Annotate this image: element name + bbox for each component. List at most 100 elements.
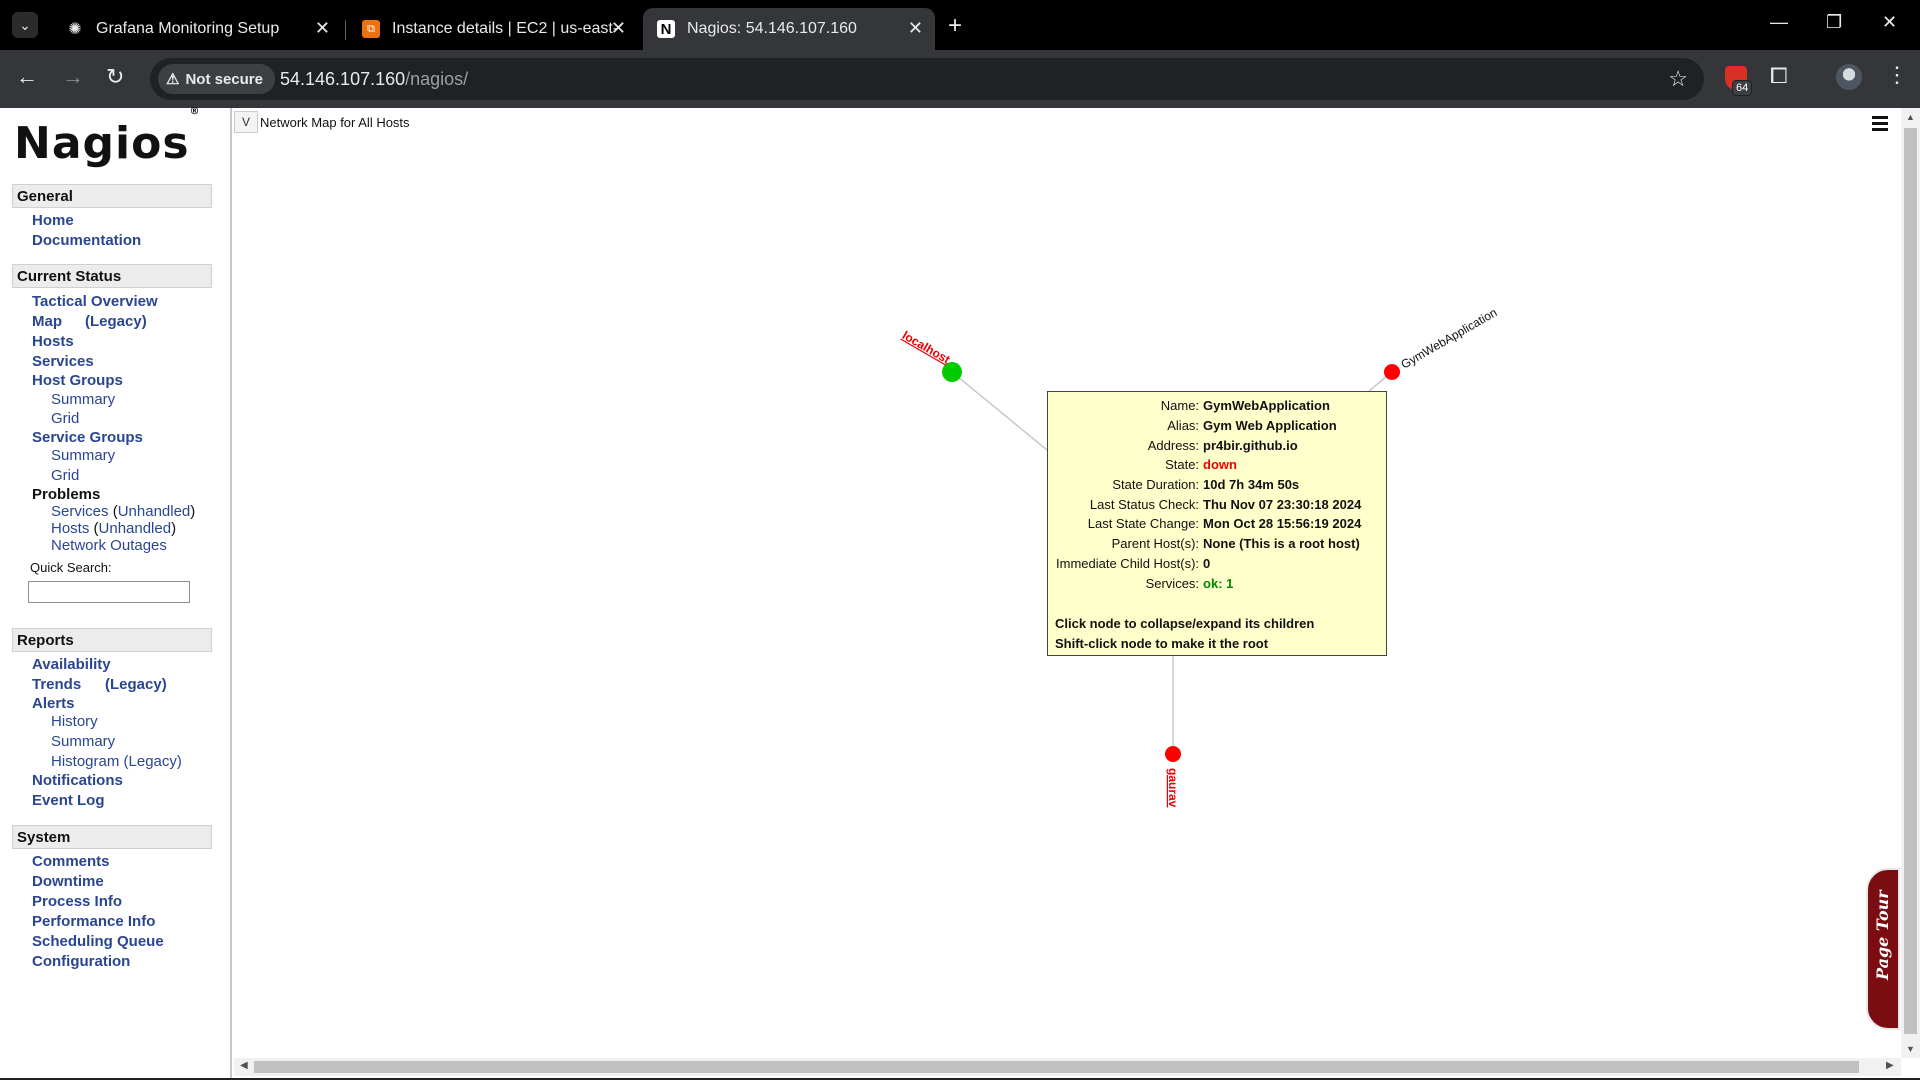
nav-alerts-history[interactable]: History: [51, 713, 98, 730]
nav-problems-services[interactable]: Services: [51, 503, 109, 520]
nav-process-info[interactable]: Process Info: [32, 893, 122, 910]
nagios-sidebar: Nagios® General Home Documentation Curre…: [0, 106, 232, 1078]
vertical-scroll-thumb[interactable]: [1904, 128, 1917, 1034]
site-info-chip[interactable]: ⚠ Not secure: [158, 64, 275, 94]
host-label-gymwebapplication[interactable]: GymWebApplication: [1399, 305, 1500, 371]
map-frame: V Network Map for All Hosts localhost Gy…: [234, 108, 1900, 1058]
nagios-icon: N: [657, 20, 675, 38]
info-key: Services:: [1145, 575, 1200, 591]
nav-map-legacy[interactable]: (Legacy): [85, 313, 147, 330]
section-reports: Reports: [12, 628, 212, 652]
section-current-status: Current Status: [12, 264, 212, 288]
nav-host-groups-summary[interactable]: Summary: [51, 391, 115, 408]
new-tab-button[interactable]: +: [948, 12, 962, 40]
reload-button[interactable]: ↻: [106, 64, 124, 90]
nav-downtime[interactable]: Downtime: [32, 873, 104, 890]
info-row-last-change: Last State Change: Mon Oct 28 15:56:19 20…: [1054, 514, 1363, 534]
nav-service-groups-summary[interactable]: Summary: [51, 447, 115, 464]
nav-host-groups[interactable]: Host Groups: [32, 372, 123, 389]
restore-icon[interactable]: ❐: [1826, 12, 1842, 33]
nav-notifications[interactable]: Notifications: [32, 772, 123, 789]
browser-toolbar: ← → ↻ ⚠ Not secure 54.146.107.160/nagios…: [0, 50, 1920, 108]
info-key: Address:: [1147, 437, 1200, 453]
quick-search-input[interactable]: [28, 581, 190, 603]
info-row-alias: Alias: Gym Web Application: [1054, 416, 1363, 436]
scroll-down-arrow-icon[interactable]: ▼: [1906, 1044, 1915, 1054]
scroll-left-arrow-icon[interactable]: ◀: [240, 1060, 248, 1071]
nav-problems-hosts[interactable]: Hosts: [51, 520, 89, 537]
host-label-gaurav[interactable]: gaurav: [1166, 768, 1180, 808]
info-row-last-check: Last Status Check: Thu Nov 07 23:30:18 20…: [1054, 494, 1363, 514]
nav-host-groups-grid[interactable]: Grid: [51, 410, 79, 427]
nav-map[interactable]: Map: [32, 313, 62, 330]
bookmark-star-icon[interactable]: ☆: [1668, 66, 1688, 92]
close-icon[interactable]: ✕: [315, 18, 330, 39]
nav-home[interactable]: Home: [32, 212, 74, 229]
registered-mark: ®: [189, 106, 201, 118]
aws-icon: ⧉: [362, 20, 380, 38]
info-row-address: Address: pr4bir.github.io: [1054, 435, 1363, 455]
tab-separator: [345, 20, 346, 40]
nav-problems-hosts-unhandled[interactable]: Unhandled: [99, 520, 172, 537]
nav-service-groups-grid[interactable]: Grid: [51, 467, 79, 484]
info-value: Mon Oct 28 15:56:19 2024: [1203, 516, 1362, 532]
nav-event-log[interactable]: Event Log: [32, 792, 105, 809]
close-window-icon[interactable]: ✕: [1882, 12, 1897, 33]
nav-alerts-histogram[interactable]: Histogram (Legacy): [51, 753, 182, 770]
forward-button[interactable]: →: [62, 64, 84, 90]
host-info-popup: Name: GymWebApplication Alias: Gym Web App…: [1047, 391, 1387, 656]
tab-search-button[interactable]: ⌄: [12, 12, 38, 38]
info-key: Last Status Check:: [1089, 496, 1200, 512]
info-value: Gym Web Application: [1203, 418, 1337, 434]
profile-avatar[interactable]: [1836, 64, 1862, 90]
nav-trends[interactable]: Trends: [32, 676, 81, 693]
address-bar[interactable]: ⚠ Not secure 54.146.107.160/nagios/ ☆: [150, 58, 1704, 100]
nav-problems-hosts-row: Hosts (Unhandled): [51, 520, 177, 537]
nav-tactical-overview[interactable]: Tactical Overview: [32, 293, 158, 310]
horizontal-scroll-thumb[interactable]: [254, 1061, 1859, 1073]
nav-comments[interactable]: Comments: [32, 853, 110, 870]
nav-alerts-summary[interactable]: Summary: [51, 733, 115, 750]
popup-hint-collapse: Click node to collapse/expand its childr…: [1055, 616, 1315, 631]
scroll-right-arrow-icon[interactable]: ▶: [1886, 1060, 1894, 1071]
nav-service-groups[interactable]: Service Groups: [32, 429, 143, 446]
nav-problems-services-unhandled[interactable]: Unhandled: [118, 503, 191, 520]
scroll-up-arrow-icon[interactable]: ▲: [1906, 112, 1915, 122]
nav-network-outages[interactable]: Network Outages: [51, 537, 167, 554]
close-icon[interactable]: ✕: [908, 18, 923, 39]
back-button[interactable]: ←: [16, 64, 38, 90]
tab-nagios[interactable]: N Nagios: 54.146.107.160 ✕: [643, 8, 935, 50]
nav-alerts[interactable]: Alerts: [32, 695, 75, 712]
vertical-scrollbar[interactable]: ▲ ▼: [1901, 108, 1920, 1058]
host-node-gymwebapplication[interactable]: [1384, 364, 1400, 380]
info-value-state: down: [1203, 457, 1237, 473]
url-path: /nagios/: [405, 69, 469, 89]
minimize-icon[interactable]: —: [1770, 12, 1788, 33]
nav-configuration[interactable]: Configuration: [32, 953, 130, 970]
host-node-gaurav[interactable]: [1165, 746, 1181, 762]
nav-availability[interactable]: Availability: [32, 656, 111, 673]
tab-title: Grafana Monitoring Setup: [96, 20, 280, 37]
tab-ec2[interactable]: ⧉ Instance details | EC2 | us-east- ✕: [348, 8, 638, 50]
tab-grafana[interactable]: ✺ Grafana Monitoring Setup ✕: [52, 8, 342, 50]
page-tour-button[interactable]: Page Tour: [1866, 868, 1900, 1030]
horizontal-scrollbar[interactable]: ◀ ▶: [234, 1058, 1901, 1076]
nav-documentation[interactable]: Documentation: [32, 232, 141, 249]
tab-title: Instance details | EC2 | us-east-: [392, 20, 617, 37]
nav-problems-services-row: Services (Unhandled): [51, 503, 196, 520]
info-key: Last State Change:: [1087, 516, 1200, 532]
close-icon[interactable]: ✕: [611, 18, 626, 39]
info-key: State Duration:: [1112, 477, 1200, 493]
logo-text: Nagios: [14, 118, 190, 169]
url-text[interactable]: 54.146.107.160/nagios/: [280, 69, 468, 90]
browser-menu-icon[interactable]: ⋮: [1886, 62, 1908, 88]
extensions-puzzle-icon[interactable]: ⧠: [1770, 63, 1788, 89]
nav-performance-info[interactable]: Performance Info: [32, 913, 155, 930]
nav-hosts[interactable]: Hosts: [32, 333, 74, 350]
nav-scheduling-queue[interactable]: Scheduling Queue: [32, 933, 164, 950]
nav-trends-legacy[interactable]: (Legacy): [105, 676, 167, 693]
host-label-localhost[interactable]: localhost: [900, 328, 953, 366]
nav-services[interactable]: Services: [32, 353, 94, 370]
nagios-logo[interactable]: Nagios®: [14, 106, 201, 169]
url-host: 54.146.107.160: [280, 69, 406, 89]
